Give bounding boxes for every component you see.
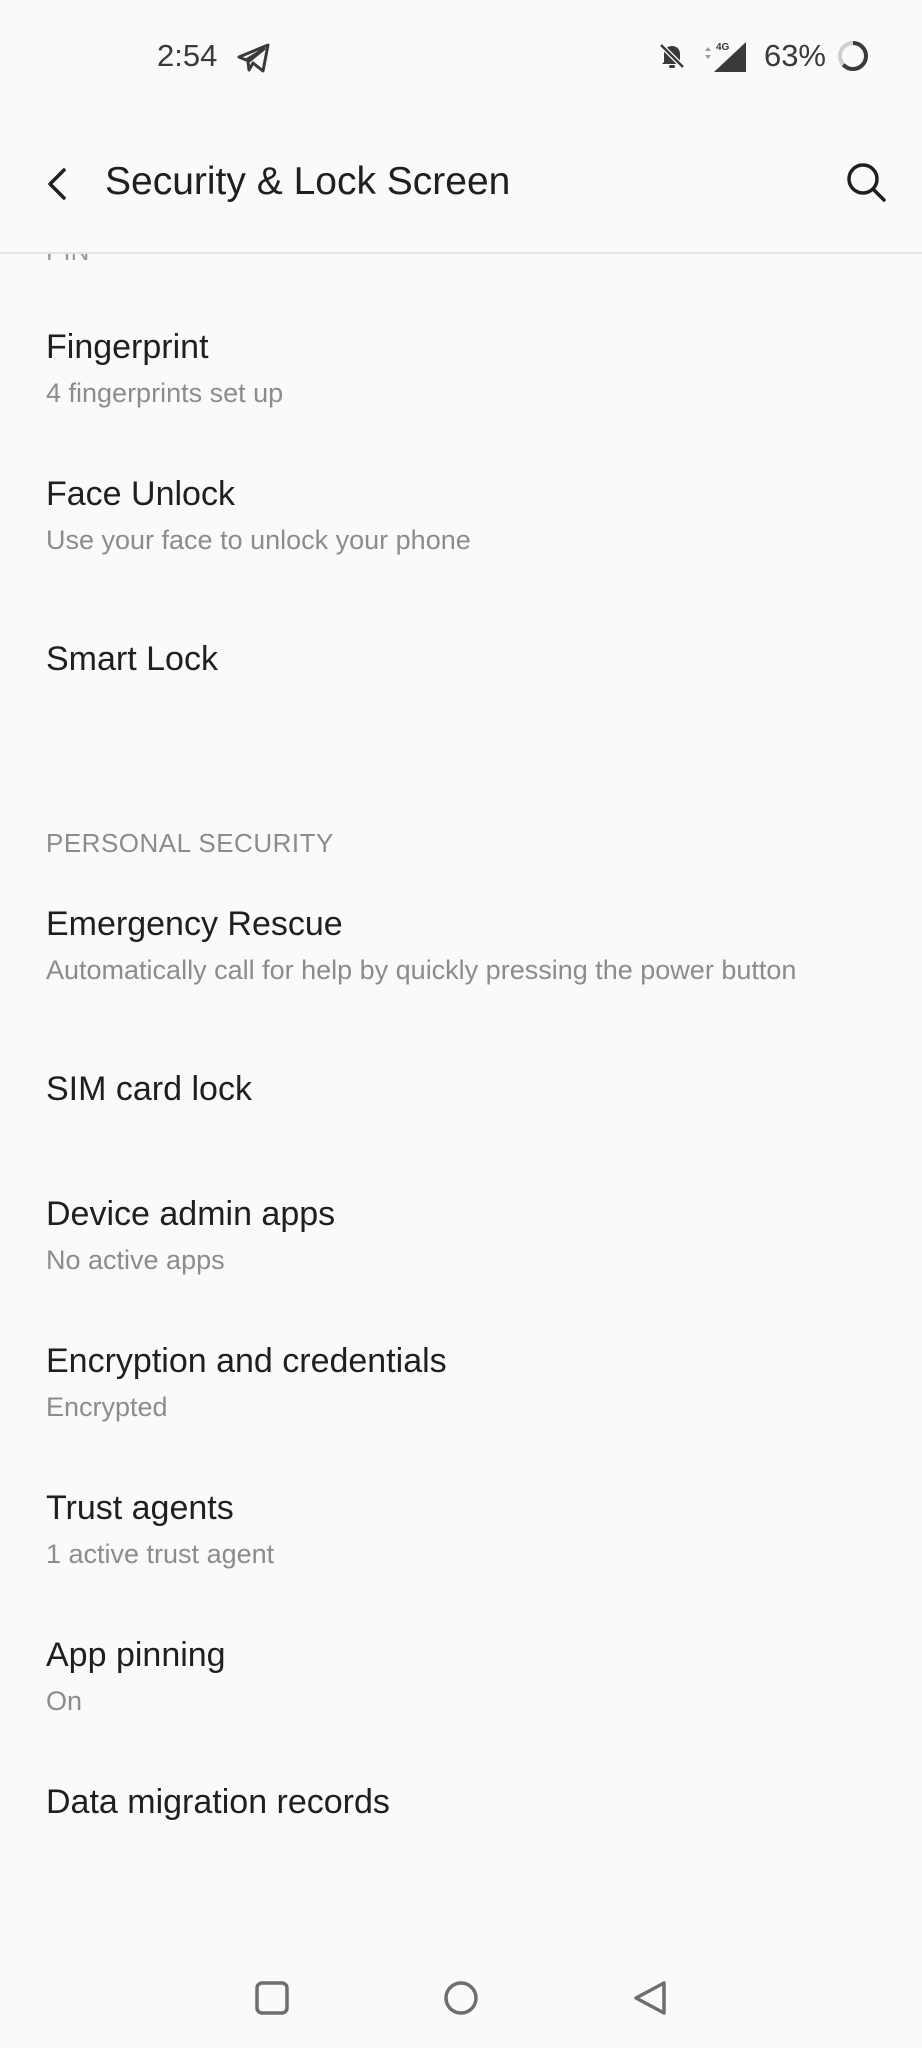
list-item-trust-agents[interactable]: Trust agents 1 active trust agent [0, 1461, 922, 1601]
list-item-data-migration-records[interactable]: Data migration records [0, 1755, 922, 1879]
item-title: Device admin apps [46, 1195, 336, 1233]
status-icons: 4G 63% [656, 36, 870, 76]
recents-square-icon [255, 1981, 289, 2015]
telegram-icon [237, 43, 270, 73]
page-title: Security & Lock Screen [105, 160, 511, 203]
list-item-encryption-credentials[interactable]: Encryption and credentials Encrypted [0, 1314, 922, 1454]
item-title: Smart Lock [46, 640, 218, 678]
item-title: Face Unlock [46, 475, 235, 513]
section-header-personal-security: PERSONAL SECURITY [46, 828, 334, 858]
battery-percent: 63% [763, 38, 826, 73]
item-title: Emergency Rescue [46, 905, 343, 943]
item-subtitle: Encrypted [46, 1392, 168, 1422]
item-subtitle: On [46, 1686, 83, 1716]
navigation-bar [0, 1948, 922, 2048]
search-icon [847, 163, 886, 202]
clipped-list-item[interactable]: PIN [0, 254, 922, 266]
recents-button[interactable] [244, 1970, 300, 2026]
back-triangle-icon [634, 1981, 666, 2015]
item-title: SIM card lock [46, 1070, 252, 1108]
list-item-smart-lock[interactable]: Smart Lock [0, 600, 922, 724]
list-item-face-unlock[interactable]: Face Unlock Use your face to unlock your… [0, 447, 922, 587]
item-subtitle: Use your face to unlock your phone [46, 525, 471, 555]
item-subtitle: 1 active trust agent [46, 1539, 275, 1569]
item-title: Data migration records [46, 1783, 390, 1821]
back-button[interactable] [30, 156, 86, 212]
list-item-device-admin-apps[interactable]: Device admin apps No active apps [0, 1167, 922, 1307]
nav-back-button[interactable] [622, 1970, 678, 2026]
network-type-label: 4G [716, 42, 730, 53]
item-subtitle: No active apps [46, 1245, 225, 1275]
list-item-emergency-rescue[interactable]: Emergency Rescue Automatically call for … [0, 877, 922, 1017]
home-button[interactable] [433, 1970, 489, 2026]
item-subtitle: Automatically call for help by quickly p… [46, 955, 797, 985]
item-title: App pinning [46, 1636, 226, 1674]
status-time: 2:54 [157, 38, 218, 73]
list-item-app-pinning[interactable]: App pinning On [0, 1608, 922, 1748]
item-title: Fingerprint [46, 328, 209, 366]
list-item-sim-card-lock[interactable]: SIM card lock [0, 1030, 922, 1154]
signal-4g-icon: 4G [704, 42, 746, 72]
notifications-off-icon [659, 43, 685, 69]
status-bar: 2:54 4G 63% [0, 0, 922, 118]
item-title: Trust agents [46, 1489, 234, 1527]
item-subtitle: 4 fingerprints set up [46, 378, 284, 408]
battery-ring-icon [838, 41, 868, 71]
app-bar: Security & Lock Screen [0, 118, 922, 254]
clipped-item-label: PIN [46, 254, 89, 266]
search-button[interactable] [836, 152, 896, 212]
home-circle-icon [444, 1981, 478, 2015]
item-title: Encryption and credentials [46, 1342, 447, 1380]
list-item-fingerprint[interactable]: Fingerprint 4 fingerprints set up [0, 300, 922, 440]
back-arrow-icon [48, 168, 66, 200]
